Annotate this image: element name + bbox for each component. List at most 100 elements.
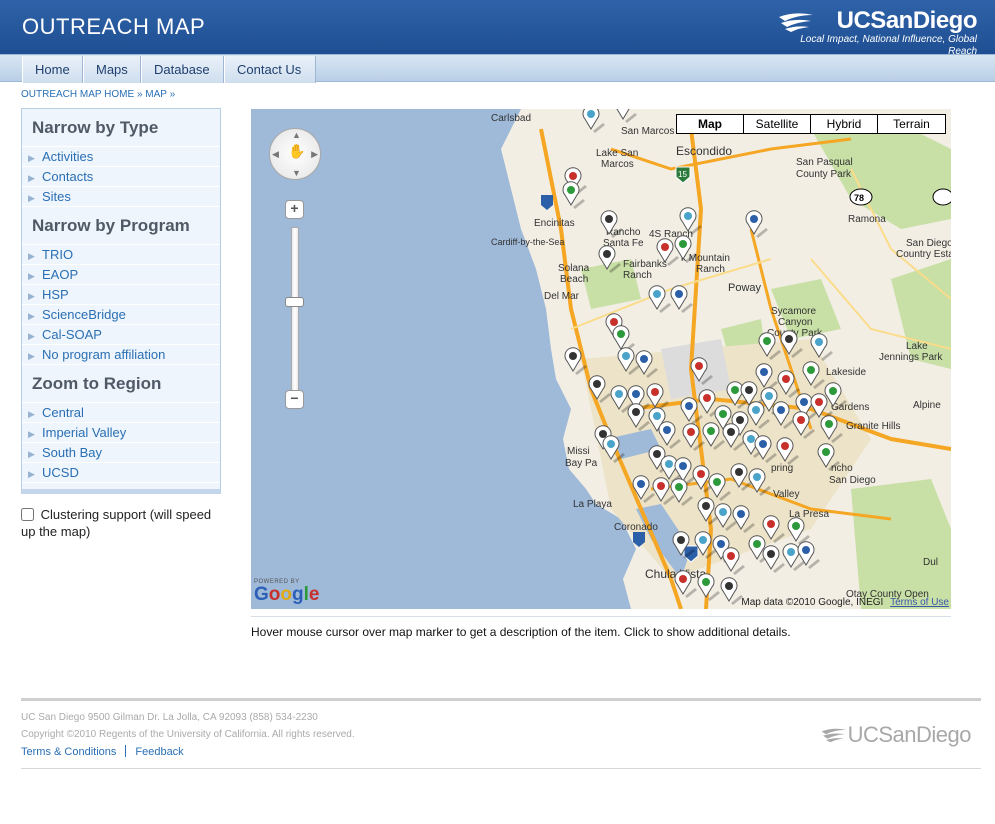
zoom-slider-track[interactable] bbox=[291, 227, 299, 395]
marker-badge bbox=[735, 468, 743, 476]
map-terms-link[interactable]: Terms of Use bbox=[890, 597, 949, 608]
region-south-bay[interactable]: ▶ South Bay bbox=[22, 443, 220, 463]
marker-badge bbox=[610, 318, 618, 326]
region-imperial-valley[interactable]: ▶ Imperial Valley bbox=[22, 423, 220, 443]
powered-by-google[interactable]: POWERED BY Google bbox=[254, 579, 319, 604]
site-title: OUTREACH MAP bbox=[22, 14, 206, 39]
terms-link[interactable]: Terms & Conditions bbox=[21, 746, 116, 758]
marker-badge bbox=[697, 470, 705, 478]
svg-text:Ranch: Ranch bbox=[623, 270, 652, 281]
marker-badge bbox=[782, 375, 790, 383]
filter-cal-soap[interactable]: ▶ Cal-SOAP bbox=[22, 325, 220, 345]
marker-badge bbox=[675, 290, 683, 298]
filter-eaop[interactable]: ▶ EAOP bbox=[22, 265, 220, 285]
nav-home[interactable]: Home bbox=[22, 56, 83, 83]
svg-text:Country Esta: Country Esta bbox=[896, 249, 951, 260]
pan-left-icon[interactable]: ◀ bbox=[272, 149, 279, 160]
filter-no-program[interactable]: ▶ No program affiliation bbox=[22, 345, 220, 365]
pan-up-icon[interactable]: ▲ bbox=[292, 130, 301, 140]
marker-badge bbox=[569, 172, 577, 180]
heading-zoom-to-region: Zoom to Region bbox=[22, 365, 220, 403]
marker-badge bbox=[599, 430, 607, 438]
svg-text:Canyon: Canyon bbox=[778, 317, 812, 328]
filter-contacts[interactable]: ▶ Contacts bbox=[22, 167, 220, 187]
pan-hand-icon: ✋ bbox=[288, 143, 306, 159]
shield-15: 15 bbox=[678, 170, 687, 179]
map-type-map[interactable]: Map bbox=[677, 115, 744, 133]
marker-badge bbox=[787, 548, 795, 556]
marker-badge bbox=[719, 410, 727, 418]
label-san-pasqual: San Pasqual bbox=[796, 157, 853, 168]
marker-badge bbox=[603, 250, 611, 258]
svg-text:Ranch: Ranch bbox=[696, 264, 725, 275]
marker-badge bbox=[731, 386, 739, 394]
map-attribution: Map data ©2010 Google, INEGI Terms of Us… bbox=[741, 597, 949, 608]
feedback-link[interactable]: Feedback bbox=[135, 746, 183, 758]
nav-database[interactable]: Database bbox=[141, 56, 224, 83]
label-mission-bay: Missi bbox=[567, 446, 590, 457]
label-ramona: Ramona bbox=[848, 214, 886, 225]
marker-badge bbox=[653, 412, 661, 420]
footer-ucsd-logo[interactable]: UCSanDiego bbox=[820, 722, 972, 748]
map-type-terrain[interactable]: Terrain bbox=[878, 115, 945, 133]
zoom-out-button[interactable]: − bbox=[285, 390, 304, 409]
region-ucsd[interactable]: ▶ UCSD bbox=[22, 463, 220, 483]
nav-contact-us[interactable]: Contact Us bbox=[224, 56, 316, 83]
marker-badge bbox=[679, 462, 687, 470]
label-carlsbad: Carlsbad bbox=[491, 113, 531, 124]
label-la-playa: La Playa bbox=[573, 499, 612, 510]
breadcrumb-home-link[interactable]: OUTREACH MAP HOME bbox=[21, 89, 134, 100]
heading-narrow-by-program: Narrow by Program bbox=[22, 207, 220, 245]
filter-sciencebridge[interactable]: ▶ ScienceBridge bbox=[22, 305, 220, 325]
marker-badge bbox=[615, 390, 623, 398]
label-coronado: Coronado bbox=[614, 522, 658, 533]
region-central[interactable]: ▶ Central bbox=[22, 403, 220, 423]
footer-links: Terms & Conditions Feedback bbox=[21, 745, 184, 758]
clustering-checkbox[interactable] bbox=[21, 508, 34, 521]
main-nav: Home Maps Database Contact Us bbox=[0, 54, 995, 83]
map-type-hybrid[interactable]: Hybrid bbox=[811, 115, 878, 133]
label-cardiff: Cardiff-by-the-Sea bbox=[491, 237, 564, 247]
marker-badge bbox=[632, 390, 640, 398]
pan-control[interactable]: ▲ ▼ ◀ ▶ ✋ bbox=[269, 128, 321, 180]
svg-text:Valley: Valley bbox=[773, 489, 800, 500]
map-canvas[interactable]: Carlsbad San Marcos Escondido Lake San M… bbox=[251, 109, 951, 609]
marker-badge bbox=[661, 243, 669, 251]
nav-maps[interactable]: Maps bbox=[83, 56, 141, 83]
label-sycamore: Sycamore bbox=[771, 306, 816, 317]
marker-badge bbox=[587, 110, 595, 118]
label-lakeside: Lakeside bbox=[826, 367, 866, 378]
marker-badge bbox=[665, 460, 673, 468]
heading-narrow-by-type: Narrow by Type bbox=[22, 109, 220, 147]
breadcrumb-separator: » bbox=[136, 89, 143, 100]
marker-badge bbox=[702, 578, 710, 586]
marker-badge bbox=[687, 428, 695, 436]
marker-badge bbox=[679, 575, 687, 583]
marker-badge bbox=[752, 406, 760, 414]
marker-badge bbox=[800, 398, 808, 406]
marker-badge bbox=[632, 408, 640, 416]
marker-badge bbox=[695, 362, 703, 370]
footer-divider bbox=[21, 698, 981, 701]
filter-trio[interactable]: ▶ TRIO bbox=[22, 245, 220, 265]
marker-badge bbox=[759, 440, 767, 448]
map-type-satellite[interactable]: Satellite bbox=[744, 115, 811, 133]
marker-badge bbox=[651, 388, 659, 396]
google-logo: Google bbox=[254, 584, 320, 605]
marker-badge bbox=[707, 427, 715, 435]
outreach-map[interactable]: Carlsbad San Marcos Escondido Lake San M… bbox=[251, 109, 951, 609]
zoom-in-button[interactable]: + bbox=[285, 200, 304, 219]
zoom-slider-handle[interactable] bbox=[285, 297, 304, 307]
label-sd-country-estates: San Diego bbox=[906, 238, 951, 249]
breadcrumb-separator: » bbox=[169, 89, 176, 100]
marker-badge bbox=[569, 352, 577, 360]
breadcrumb-map-link[interactable]: MAP bbox=[145, 89, 167, 100]
ucsd-logo[interactable]: UCSanDiego Local Impact, National Influe… bbox=[777, 8, 978, 57]
pan-right-icon[interactable]: ▶ bbox=[311, 149, 318, 160]
filter-hsp[interactable]: ▶ HSP bbox=[22, 285, 220, 305]
site-header: OUTREACH MAP UCSanDiego Local Impact, Na… bbox=[0, 0, 995, 57]
filter-sites[interactable]: ▶ Sites bbox=[22, 187, 220, 207]
filter-activities[interactable]: ▶ Activities bbox=[22, 147, 220, 167]
pan-down-icon[interactable]: ▼ bbox=[292, 168, 301, 178]
svg-text:San Diego: San Diego bbox=[829, 475, 876, 486]
